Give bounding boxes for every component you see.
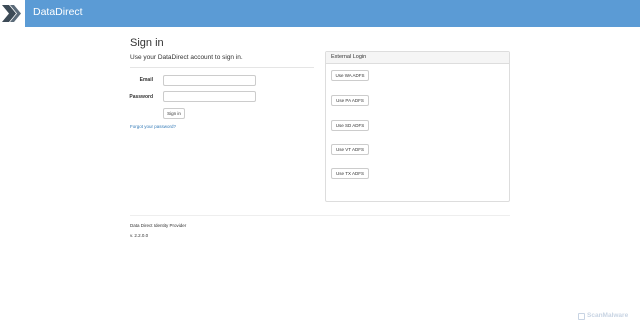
- watermark: ScanMalware: [578, 312, 628, 320]
- password-field[interactable]: [163, 91, 256, 102]
- scan-icon: [578, 312, 585, 320]
- email-label: Email: [139, 77, 153, 83]
- footer-provider-name: Data Direct Identity Provider: [130, 223, 187, 228]
- logo[interactable]: [0, 0, 25, 27]
- watermark-text: ScanMalware: [587, 312, 629, 319]
- top-navbar: DataDirect: [0, 0, 640, 27]
- wa-adfs-button[interactable]: Use WA ADFS: [331, 70, 369, 81]
- footer-version: v. 2.2.0.0: [130, 233, 149, 238]
- tx-adfs-button[interactable]: Use TX ADFS: [331, 168, 369, 179]
- password-label: Password: [129, 94, 153, 100]
- vt-adfs-button[interactable]: Use VT ADFS: [331, 144, 369, 155]
- sd-adfs-button[interactable]: Use SD ADFS: [331, 120, 369, 131]
- pa-adfs-button[interactable]: Use PA ADFS: [331, 95, 369, 106]
- divider: [130, 67, 314, 68]
- brand-name[interactable]: DataDirect: [33, 6, 83, 19]
- external-login-panel: External Login Use WA ADFS Use PA ADFS U…: [325, 51, 510, 202]
- forgot-password-link[interactable]: Forgot your password?: [130, 124, 176, 130]
- external-login-heading: External Login: [326, 52, 509, 64]
- page-title: Sign in: [130, 37, 164, 49]
- sign-in-button[interactable]: Sign in: [163, 108, 185, 119]
- page-subtitle: Use your DataDirect account to sign in.: [130, 54, 243, 61]
- email-field[interactable]: [163, 75, 256, 86]
- footer-divider: [130, 215, 510, 216]
- chevron-arrows-logo-icon: [2, 5, 21, 22]
